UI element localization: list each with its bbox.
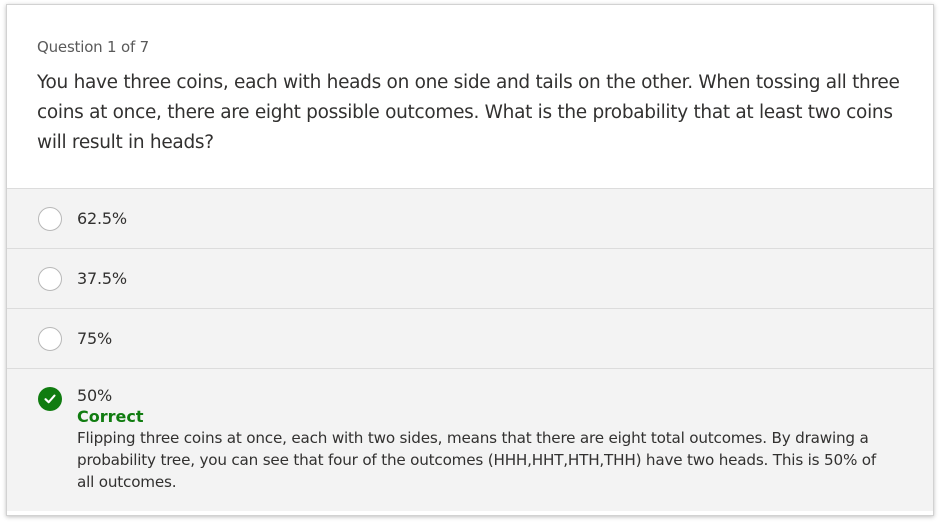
radio-unselected-icon[interactable]	[38, 206, 62, 231]
answer-option-label: 75%	[77, 329, 112, 348]
answer-option-2[interactable]: 37.5%	[7, 249, 933, 309]
question-text: You have three coins, each with heads on…	[37, 72, 900, 153]
quiz-card: Question 1 of 7 You have three coins, ea…	[6, 4, 934, 516]
radio-unselected-icon[interactable]	[38, 266, 62, 291]
answer-option-label: 62.5%	[77, 209, 127, 228]
answer-options: 62.5% 37.5% 75% 50% Correct Flipping thr…	[7, 188, 933, 511]
question-counter: Question 1 of 7	[37, 38, 149, 56]
correct-answer-body: 50% Correct Flipping three coins at once…	[77, 385, 897, 493]
answer-option-label: 37.5%	[77, 269, 127, 288]
answer-option-label: 50%	[77, 386, 112, 405]
checkmark-icon	[38, 387, 62, 411]
radio-unselected-icon[interactable]	[38, 326, 62, 351]
question-header: Question 1 of 7 You have three coins, ea…	[7, 5, 933, 188]
answer-option-1[interactable]: 62.5%	[7, 189, 933, 249]
feedback-explanation: Flipping three coins at once, each with …	[77, 429, 877, 491]
answer-option-4-correct[interactable]: 50% Correct Flipping three coins at once…	[7, 369, 933, 511]
feedback-status: Correct	[77, 407, 144, 426]
answer-option-3[interactable]: 75%	[7, 309, 933, 369]
